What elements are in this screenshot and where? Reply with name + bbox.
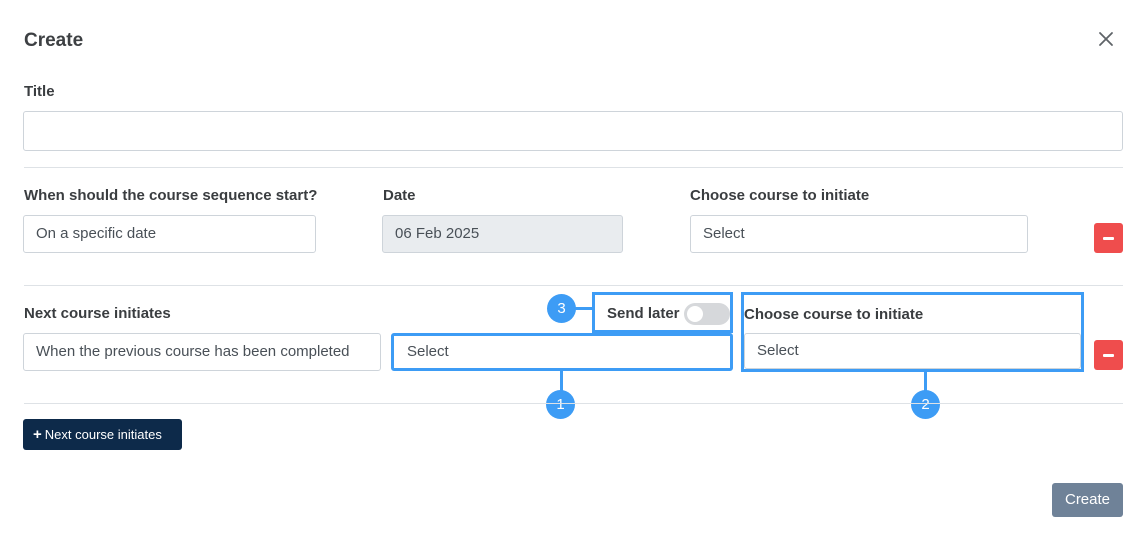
divider bbox=[24, 403, 1123, 404]
add-next-course-button[interactable]: + Next course initiates bbox=[23, 419, 182, 450]
annotation-connector bbox=[574, 307, 592, 310]
delay-select[interactable]: Select bbox=[391, 333, 733, 371]
send-later-group: Send later bbox=[592, 292, 733, 333]
annotation-badge-3: 3 bbox=[547, 294, 576, 323]
title-label: Title bbox=[24, 83, 55, 100]
start-select[interactable]: On a specific date bbox=[23, 215, 316, 253]
next-select[interactable]: When the previous course has been comple… bbox=[23, 333, 381, 371]
course-group-2: Choose course to initiate Select bbox=[741, 292, 1084, 372]
title-input[interactable] bbox=[23, 111, 1123, 151]
annotation-connector bbox=[560, 371, 563, 392]
annotation-badge-1: 1 bbox=[546, 390, 575, 419]
minus-icon bbox=[1103, 353, 1114, 357]
divider bbox=[24, 167, 1123, 168]
annotation-connector bbox=[924, 371, 927, 392]
course-select-2[interactable]: Select bbox=[744, 333, 1081, 369]
course-select-1[interactable]: Select bbox=[690, 215, 1028, 253]
send-later-label: Send later bbox=[607, 305, 680, 322]
annotation-badge-2: 2 bbox=[911, 390, 940, 419]
plus-icon: + bbox=[33, 426, 42, 443]
date-input: 06 Feb 2025 bbox=[382, 215, 623, 253]
send-later-toggle[interactable] bbox=[684, 303, 730, 325]
remove-row-button-2[interactable] bbox=[1094, 340, 1123, 370]
course-label-2: Choose course to initiate bbox=[744, 306, 924, 323]
course-label-1: Choose course to initiate bbox=[690, 187, 870, 204]
toggle-knob bbox=[687, 306, 703, 322]
start-label: When should the course sequence start? bbox=[24, 187, 318, 204]
add-next-course-label: Next course initiates bbox=[44, 427, 162, 442]
minus-icon bbox=[1103, 236, 1114, 240]
modal-title: Create bbox=[24, 30, 84, 51]
close-icon[interactable] bbox=[1096, 29, 1116, 49]
date-label: Date bbox=[383, 187, 416, 204]
next-label: Next course initiates bbox=[24, 305, 171, 322]
divider bbox=[24, 285, 1123, 286]
create-button[interactable]: Create bbox=[1052, 483, 1123, 517]
remove-row-button-1[interactable] bbox=[1094, 223, 1123, 253]
